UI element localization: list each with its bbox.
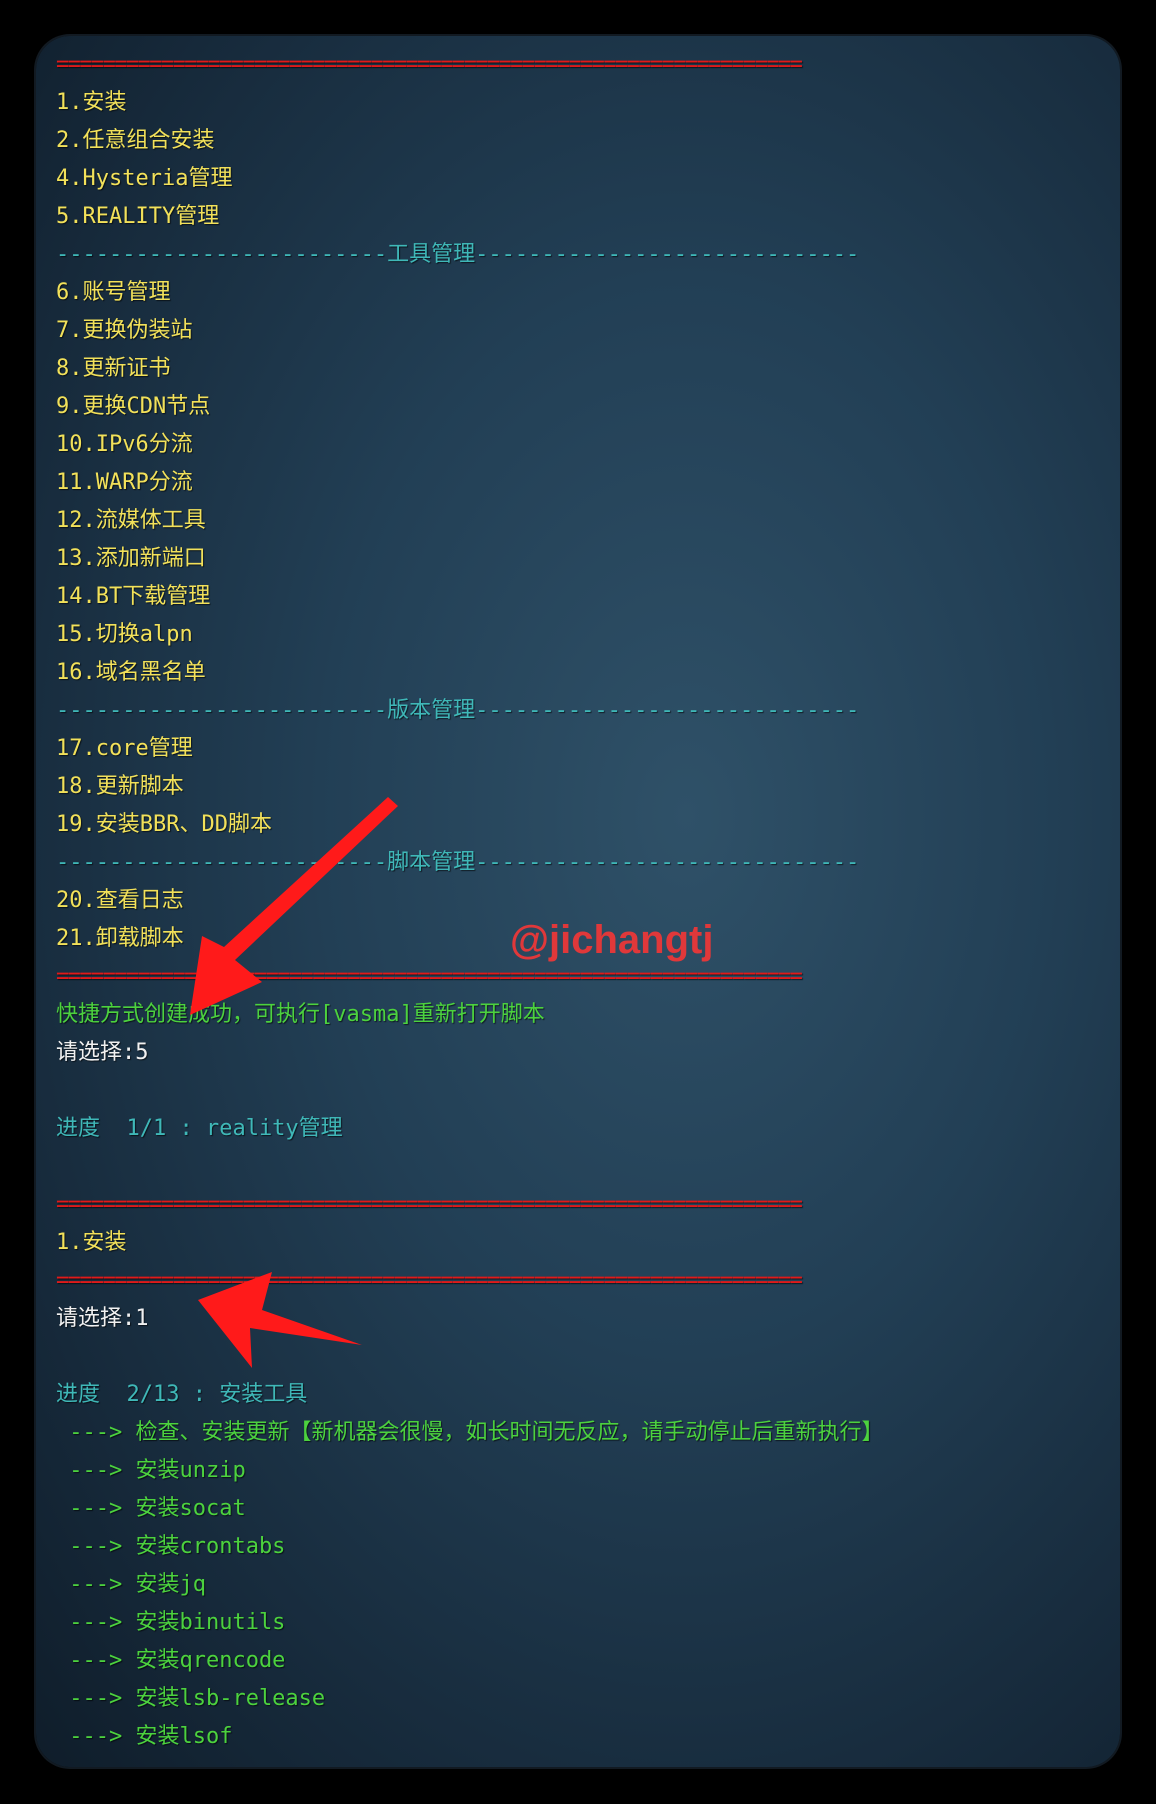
terminal-line: 9.更换CDN节点 [56,394,211,419]
terminal-line: 11.WARP分流 [56,470,193,495]
terminal-line: -------------------------脚本管理-----------… [56,850,860,875]
terminal-line: 16.域名黑名单 [56,660,206,685]
terminal-output: ========================================… [56,46,1110,1756]
terminal-line: 4.Hysteria管理 [56,166,233,191]
terminal-line: 6.账号管理 [56,280,171,305]
terminal-line: ---> 安装crontabs [56,1534,286,1559]
terminal-line: ---> 安装unzip [56,1458,246,1483]
terminal-line: ========================================… [56,52,803,77]
terminal-line: ---> 安装jq [56,1572,206,1597]
terminal-line: ---> 安装qrencode [56,1648,286,1673]
terminal-line: -------------------------工具管理-----------… [56,242,860,267]
terminal-line: 14.BT下载管理 [56,584,211,609]
terminal-line: ========================================… [56,964,803,989]
terminal-line: 5.REALITY管理 [56,204,220,229]
terminal-line: 进度 2/13 : 安装工具 [56,1382,308,1407]
terminal-line: 19.安装BBR、DD脚本 [56,812,272,837]
terminal-line: 15.切换alpn [56,622,193,647]
terminal-line: ---> 安装socat [56,1496,246,1521]
terminal-line: 12.流媒体工具 [56,508,206,533]
terminal-line: 17.core管理 [56,736,193,761]
terminal-line: 13.添加新端口 [56,546,206,571]
terminal-line: -------------------------版本管理-----------… [56,698,860,723]
terminal-line: 2.任意组合安装 [56,128,215,153]
terminal-line: 快捷方式创建成功，可执行[vasma]重新打开脚本 [56,1002,545,1027]
terminal-line: ---> 安装lsb-release [56,1686,326,1711]
terminal-line: 1.安装 [56,1230,127,1255]
terminal-line: 7.更换伪装站 [56,318,193,343]
terminal-line: 8.更新证书 [56,356,171,381]
watermark: @jichangtj [510,918,714,962]
terminal-line: ========================================… [56,1268,803,1293]
terminal-line: ---> 安装lsof [56,1724,233,1749]
terminal-line: 18.更新脚本 [56,774,184,799]
terminal-line: ---> 安装binutils [56,1610,286,1635]
terminal-line: ========================================… [56,1192,803,1217]
terminal-line: 20.查看日志 [56,888,184,913]
terminal-window: ========================================… [36,36,1120,1767]
terminal-line: 请选择:5 [56,1040,149,1065]
terminal-line: ---> 检查、安装更新【新机器会很慢，如长时间无反应，请手动停止后重新执行】 [56,1420,884,1445]
terminal-line: 1.安装 [56,90,127,115]
terminal-line: 进度 1/1 : reality管理 [56,1116,343,1141]
terminal-line: 10.IPv6分流 [56,432,193,457]
terminal-line: 请选择:1 [56,1306,149,1331]
